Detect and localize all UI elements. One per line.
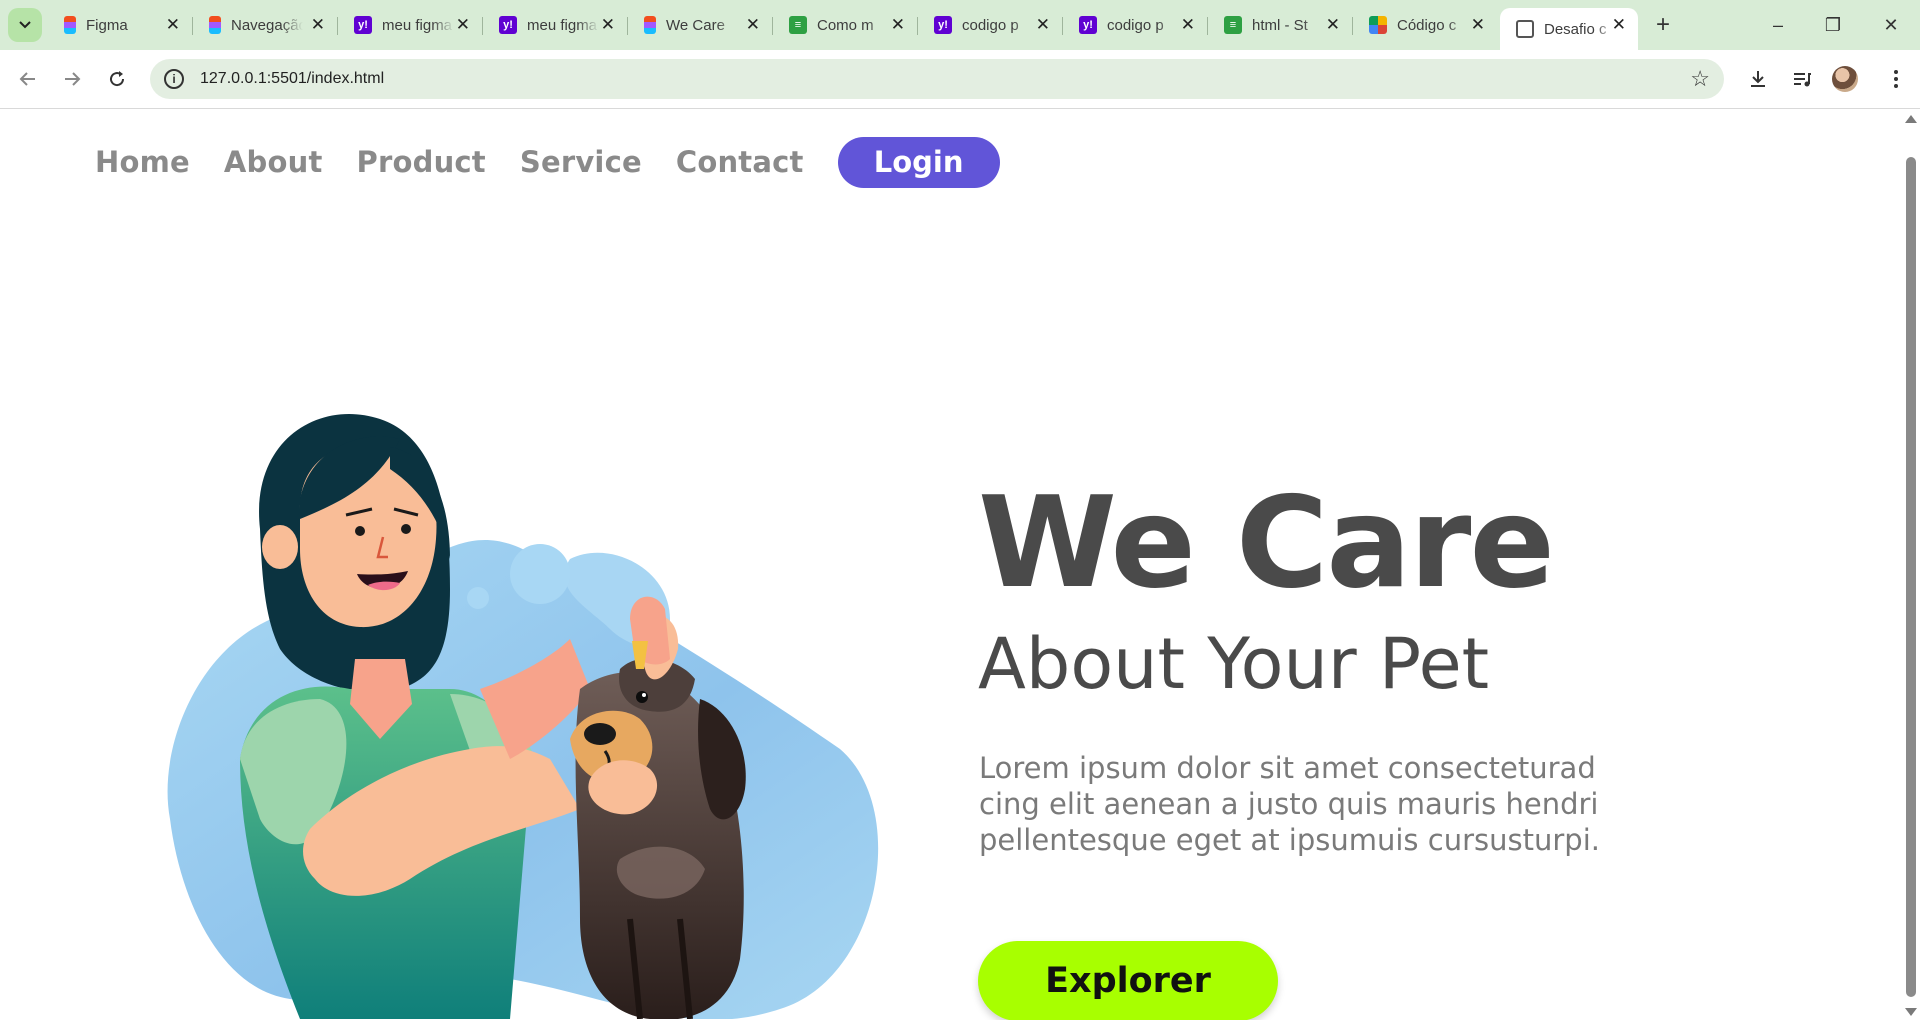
browser-tab[interactable]: We Care ✕ xyxy=(628,8,773,42)
yahoo-icon: y! xyxy=(499,16,517,34)
playlist-icon xyxy=(1794,73,1811,87)
page-viewport: Home About Product Service Contact Login xyxy=(0,109,1902,1020)
tab-title: We Care xyxy=(666,16,725,34)
nav-link-product[interactable]: Product xyxy=(357,145,486,179)
browser-tab[interactable]: y! codigo p ✕ xyxy=(918,8,1063,42)
close-icon[interactable]: ✕ xyxy=(166,16,180,34)
browser-tab[interactable]: y! codigo p ✕ xyxy=(1063,8,1208,42)
close-icon[interactable]: ✕ xyxy=(891,16,905,34)
site-info-icon[interactable]: i xyxy=(164,69,184,89)
scroll-thumb[interactable] xyxy=(1906,157,1916,997)
new-tab-button[interactable]: + xyxy=(1650,12,1676,38)
forward-button[interactable] xyxy=(56,63,88,95)
figma-icon xyxy=(209,16,221,34)
close-icon[interactable]: ✕ xyxy=(1181,16,1195,34)
close-icon[interactable]: ✕ xyxy=(1326,16,1340,34)
figma-icon xyxy=(64,16,76,34)
more-vertical-icon xyxy=(1894,70,1898,88)
tab-title: meu figma xyxy=(527,16,598,34)
tab-title: Desafio c xyxy=(1544,20,1607,38)
reload-button[interactable] xyxy=(101,63,133,95)
tab-title: codigo p xyxy=(962,16,1019,34)
back-button[interactable] xyxy=(12,63,44,95)
scroll-down-arrow-icon[interactable] xyxy=(1905,1008,1917,1016)
arrow-left-icon xyxy=(19,72,35,86)
browser-menu-button[interactable] xyxy=(1880,63,1912,95)
nav-link-home[interactable]: Home xyxy=(95,145,190,179)
tab-title: meu figma xyxy=(382,16,453,34)
browser-tab[interactable]: ≡ html - St ✕ xyxy=(1208,8,1353,42)
browser-tab[interactable]: Figma ✕ xyxy=(48,8,193,42)
download-icon xyxy=(1751,71,1765,87)
bookmark-star-icon[interactable]: ☆ xyxy=(1690,67,1710,91)
restore-button[interactable]: ❐ xyxy=(1810,10,1856,40)
yahoo-icon: y! xyxy=(934,16,952,34)
tab-title: codigo p xyxy=(1107,16,1164,34)
close-window-button[interactable]: ✕ xyxy=(1868,10,1914,40)
stackoverflow-icon: ≡ xyxy=(789,16,807,34)
media-control-button[interactable] xyxy=(1786,63,1818,95)
scroll-up-arrow-icon[interactable] xyxy=(1905,115,1917,123)
reload-icon xyxy=(110,71,125,87)
close-icon[interactable]: ✕ xyxy=(746,16,760,34)
browser-tab[interactable]: Código c ✕ xyxy=(1353,8,1497,42)
bubble-large xyxy=(510,544,570,604)
tab-title: Código c xyxy=(1397,16,1457,34)
profile-avatar[interactable] xyxy=(1832,66,1858,92)
browser-toolbar: i 127.0.0.1:5501/index.html ☆ xyxy=(0,50,1920,109)
hero-illustration xyxy=(167,413,879,1019)
code-icon xyxy=(1369,16,1387,34)
url-text[interactable]: 127.0.0.1:5501/index.html xyxy=(200,70,384,88)
hero-title: We Care xyxy=(978,469,1555,616)
minimize-button[interactable]: – xyxy=(1755,10,1801,40)
browser-tab-active[interactable]: Desafio c ✕ xyxy=(1500,8,1638,50)
yahoo-icon: y! xyxy=(354,16,372,34)
login-button[interactable]: Login xyxy=(837,136,1000,188)
yahoo-icon: y! xyxy=(1079,16,1097,34)
globe-icon xyxy=(1516,20,1534,38)
browser-tab[interactable]: y! meu figma ✕ xyxy=(338,8,483,42)
tab-title: Figma xyxy=(86,16,128,34)
close-icon[interactable]: ✕ xyxy=(1612,16,1626,34)
browser-tab[interactable]: ≡ Como m ✕ xyxy=(773,8,918,42)
close-icon[interactable]: ✕ xyxy=(1036,16,1050,34)
close-icon[interactable]: ✕ xyxy=(601,16,615,34)
site-navigation: Home About Product Service Contact Login xyxy=(95,136,1000,188)
nav-link-contact[interactable]: Contact xyxy=(676,145,804,179)
figma-icon xyxy=(644,16,656,34)
tab-title: Navegação xyxy=(231,16,303,34)
bubble-small xyxy=(467,587,489,609)
close-icon[interactable]: ✕ xyxy=(1471,16,1485,34)
address-bar[interactable]: i 127.0.0.1:5501/index.html ☆ xyxy=(150,59,1724,99)
close-icon[interactable]: ✕ xyxy=(311,16,325,34)
stackoverflow-icon: ≡ xyxy=(1224,16,1242,34)
tab-title: html - St xyxy=(1252,16,1308,34)
chevron-down-icon xyxy=(19,21,31,29)
tab-title: Como m xyxy=(817,16,874,34)
download-button[interactable] xyxy=(1742,63,1774,95)
arrow-right-icon xyxy=(65,72,81,86)
nav-link-about[interactable]: About xyxy=(224,145,323,179)
explorer-button[interactable]: Explorer xyxy=(978,941,1278,1020)
hero-subtitle: About Your Pet xyxy=(978,623,1490,705)
tab-strip: Figma ✕ Navegação ✕ y! meu figma ✕ y! me… xyxy=(0,0,1920,50)
browser-tab[interactable]: Navegação ✕ xyxy=(193,8,338,42)
hero-description: Lorem ipsum dolor sit amet consecteturad… xyxy=(979,751,1600,857)
page-scrollbar[interactable] xyxy=(1902,109,1920,1020)
close-icon[interactable]: ✕ xyxy=(456,16,470,34)
tab-search-button[interactable] xyxy=(8,8,42,42)
nav-link-service[interactable]: Service xyxy=(520,145,642,179)
browser-tab[interactable]: y! meu figma ✕ xyxy=(483,8,628,42)
